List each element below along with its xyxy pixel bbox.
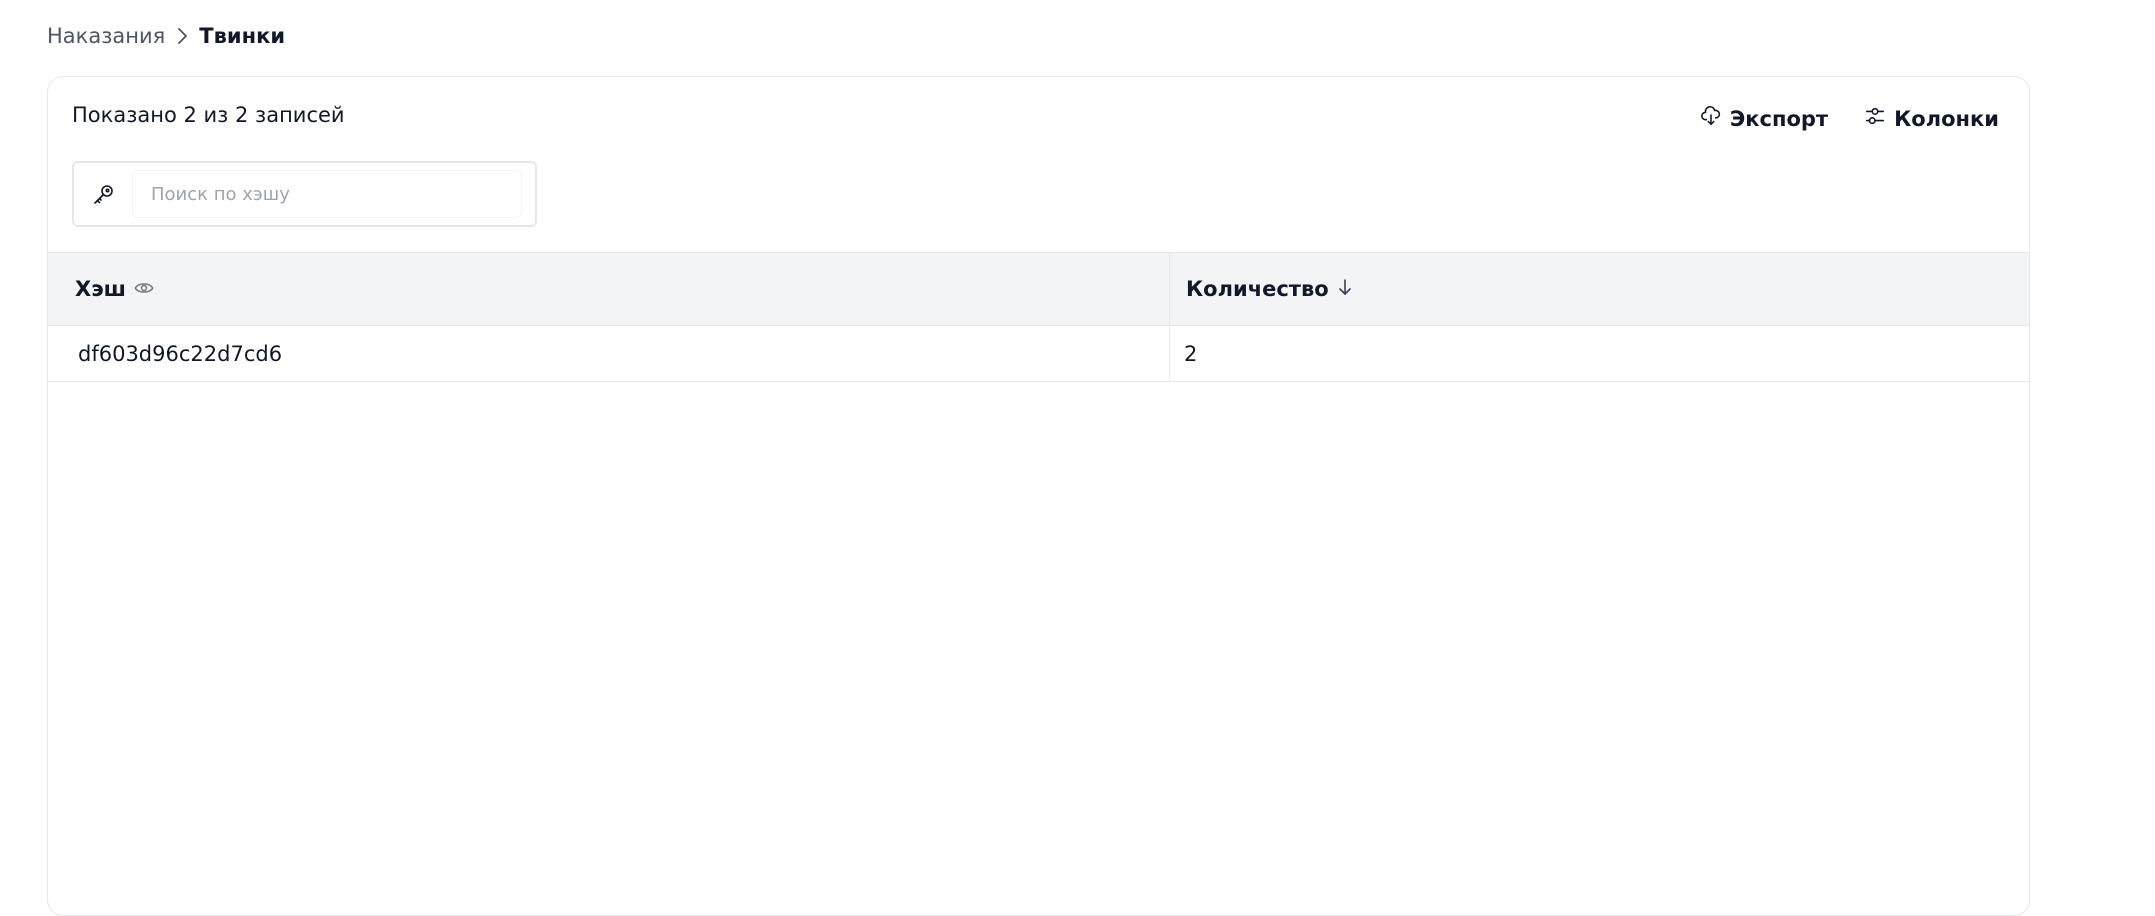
breadcrumb: Наказания Твинки [47,22,285,50]
toolbar-actions: Экспорт Колонки [1700,101,1999,136]
key-icon [92,182,116,206]
records-table: Хэш Количество df603d96c22d7cd6 2 [48,252,2029,382]
chevron-right-icon [175,27,189,45]
sliders-icon [1864,105,1886,132]
cell-count: 2 [1184,341,1198,366]
column-header-count[interactable]: Количество [1170,253,2029,325]
breadcrumb-parent[interactable]: Наказания [47,24,165,48]
card-toolbar: Показано 2 из 2 записей Экспорт Колонки … [48,77,2029,252]
records-count-text: Показано 2 из 2 записей [72,103,345,127]
table-header: Хэш Количество [48,252,2029,326]
arrow-down-icon[interactable] [1337,277,1353,301]
table-row[interactable]: df603d96c22d7cd6 2 [48,326,2029,382]
cloud-download-icon [1700,105,1722,132]
column-header-hash[interactable]: Хэш [48,253,1170,325]
columns-button[interactable]: Колонки [1864,101,1999,136]
columns-label: Колонки [1894,106,1999,131]
records-card: Показано 2 из 2 записей Экспорт Колонки … [47,76,2030,916]
search-input[interactable] [132,170,522,218]
search-box [72,161,537,227]
eye-icon[interactable] [134,277,154,301]
export-label: Экспорт [1729,106,1829,131]
breadcrumb-current: Твинки [199,24,286,48]
export-button[interactable]: Экспорт [1700,101,1828,136]
cell-hash: df603d96c22d7cd6 [48,326,1170,381]
column-header-hash-label: Хэш [75,277,126,301]
column-header-count-label: Количество [1186,277,1329,301]
